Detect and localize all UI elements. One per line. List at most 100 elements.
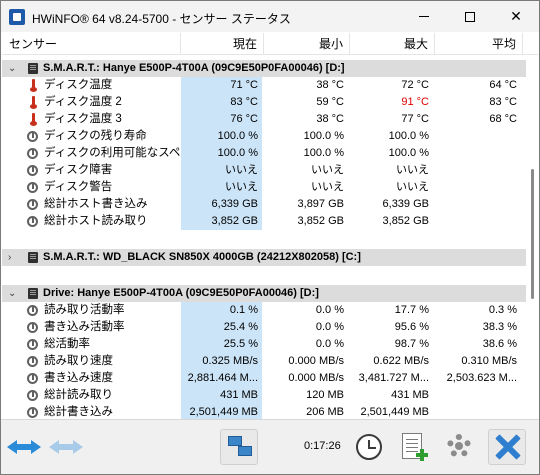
network-icon <box>228 436 252 458</box>
sensor-group-title: S.M.A.R.T.: WD_BLACK SN850X 4000GB (2421… <box>43 251 361 263</box>
sensor-max-value: 6,339 GB <box>382 198 429 210</box>
sensor-max-value: 0.622 MB/s <box>373 355 429 367</box>
sensor-avg-value <box>435 387 521 404</box>
gauge-icon <box>27 339 38 350</box>
sensor-row[interactable]: 読み取り速度 0.325 MB/s 0.000 MB/s 0.622 MB/s 0.31… <box>2 353 526 370</box>
maximize-button[interactable] <box>447 1 493 32</box>
sensor-name: 総計書き込み <box>44 406 113 418</box>
sensor-row[interactable]: 総計ホスト書き込み 6,339 GB 3,897 GB 6,339 GB <box>2 196 526 213</box>
arrow-right-icon <box>73 440 83 454</box>
chevron-right-icon[interactable]: › <box>8 249 11 266</box>
sensor-row[interactable]: 総活動率 25.5 % 0.0 % 98.7 % 38.6 % <box>2 336 526 353</box>
sensor-row[interactable]: ディスクの利用可能なスペア 100.0 % 100.0 % 100.0 % <box>2 145 526 162</box>
sensor-avg-value <box>435 404 521 419</box>
sensor-current-value: 6,339 GB <box>181 196 262 213</box>
sensor-avg-value: 2,503.623 M... <box>446 372 517 384</box>
sensor-name: 書き込み活動率 <box>44 321 125 333</box>
sensor-max-value: 72 °C <box>401 79 429 91</box>
collapse-expand-button[interactable] <box>7 434 41 458</box>
sensor-current-value: 3,852 GB <box>181 213 262 230</box>
drive-icon <box>28 252 38 263</box>
reset-columns-button[interactable] <box>49 434 83 458</box>
bottom-toolbar: 0:17:26 <box>1 419 539 474</box>
sensor-row[interactable]: 総計ホスト読み取り 3,852 GB 3,852 GB 3,852 GB <box>2 213 526 230</box>
sensor-min-value: 100.0 % <box>303 130 344 142</box>
column-header-max[interactable]: 最大 <box>350 33 435 55</box>
sensor-group-header[interactable]: › S.M.A.R.T.: WD_BLACK SN850X 4000GB (242… <box>2 249 526 266</box>
sensor-avg-value <box>435 128 521 145</box>
sensor-min-value: 0.000 MB/s <box>288 372 344 384</box>
sensor-row[interactable]: 読み取り活動率 0.1 % 0.0 % 17.7 % 0.3 % <box>2 302 526 319</box>
sensor-avg-value: 38.3 % <box>482 321 517 333</box>
sensor-row[interactable]: ディスク警告 いいえ いいえ いいえ <box>2 179 526 196</box>
arrow-right-icon <box>31 440 41 454</box>
column-header-current[interactable]: 現在 <box>181 33 264 55</box>
reset-timer-button[interactable] <box>350 429 388 465</box>
sensor-avg-value: 68 °C <box>489 113 517 125</box>
sensor-current-value: 0.1 % <box>181 302 262 319</box>
thermometer-icon <box>27 96 39 109</box>
sensor-name: ディスクの残り寿命 <box>44 130 147 142</box>
sensor-name: ディスク障害 <box>44 164 113 176</box>
vertical-scrollbar[interactable] <box>527 57 538 419</box>
sensor-group-title: S.M.A.R.T.: Hanye E500P-4T00A (09C9E50P0… <box>43 62 345 74</box>
sensor-avg-value <box>435 213 521 230</box>
close-sensors-button[interactable] <box>488 429 526 465</box>
sensor-row[interactable]: ディスク障害 いいえ いいえ いいえ <box>2 162 526 179</box>
hwinfo-sensor-window: HWiNFO® 64 v8.24-5700 - センサー ステータス ✕ センサ… <box>0 0 540 475</box>
sensor-row[interactable]: ディスク温度 3 76 °C 38 °C 77 °C 68 °C <box>2 111 526 128</box>
gauge-icon <box>27 407 38 418</box>
title-bar[interactable]: HWiNFO® 64 v8.24-5700 - センサー ステータス ✕ <box>1 1 539 32</box>
minimize-button[interactable] <box>401 1 447 32</box>
sensor-max-value: 91 °C <box>401 96 429 108</box>
sensor-row[interactable]: ディスク温度 71 °C 38 °C 72 °C 64 °C <box>2 77 526 94</box>
gauge-icon <box>27 131 38 142</box>
sensor-min-value: 3,852 GB <box>297 215 344 227</box>
sensor-min-value: 3,897 GB <box>297 198 344 210</box>
close-x-icon <box>495 434 521 460</box>
sensor-avg-value <box>435 179 521 196</box>
gauge-icon <box>27 322 38 333</box>
close-window-button[interactable]: ✕ <box>493 1 539 32</box>
sensor-current-value: 0.325 MB/s <box>181 353 262 370</box>
sensor-row[interactable]: 書き込み活動率 25.4 % 0.0 % 95.6 % 38.3 % <box>2 319 526 336</box>
gauge-icon <box>27 148 38 159</box>
sensor-current-value: いいえ <box>181 162 262 179</box>
minimize-icon <box>419 16 429 17</box>
sensor-avg-value: 83 °C <box>489 96 517 108</box>
sensor-group-header[interactable]: ⌄ S.M.A.R.T.: Hanye E500P-4T00A (09C9E50P… <box>2 60 526 77</box>
sensor-min-value: 38 °C <box>316 79 344 91</box>
sensor-name: 書き込み速度 <box>44 372 113 384</box>
sensor-name: ディスク温度 2 <box>44 96 122 108</box>
sensor-current-value: 25.4 % <box>181 319 262 336</box>
sensor-row[interactable]: 書き込み速度 2,881.464 M... 0.000 MB/s 3,481.727 … <box>2 370 526 387</box>
sensor-name: 総計ホスト書き込み <box>44 198 148 210</box>
chevron-down-icon[interactable]: ⌄ <box>8 60 16 77</box>
close-icon: ✕ <box>510 8 522 24</box>
logging-button[interactable] <box>394 429 432 465</box>
elapsed-time: 0:17:26 <box>304 440 341 452</box>
sensor-min-value: 59 °C <box>316 96 344 108</box>
sensor-min-value: 0.0 % <box>315 304 344 316</box>
scrollbar-thumb[interactable] <box>531 169 534 299</box>
sensor-current-value: 2,881.464 M... <box>181 370 262 387</box>
sensor-name: ディスク警告 <box>44 181 113 193</box>
sensor-row[interactable]: ディスクの残り寿命 100.0 % 100.0 % 100.0 % <box>2 128 526 145</box>
sensor-row[interactable]: 総計書き込み 2,501,449 MB 206 MB 2,501,449 MB <box>2 404 526 419</box>
network-button[interactable] <box>220 429 258 465</box>
sensor-min-value: 120 MB <box>306 389 344 401</box>
sensor-row[interactable]: ディスク温度 2 83 °C 59 °C 91 °C 83 °C <box>2 94 526 111</box>
chevron-down-icon[interactable]: ⌄ <box>8 285 16 302</box>
sensor-row[interactable]: 総計読み取り 431 MB 120 MB 431 MB <box>2 387 526 404</box>
settings-button[interactable] <box>440 429 478 465</box>
sensor-max-value: 3,852 GB <box>382 215 429 227</box>
sensor-name: 総計ホスト読み取り <box>44 215 148 227</box>
sensor-max-value: 3,481.727 M... <box>358 372 429 384</box>
sensor-current-value: 100.0 % <box>181 128 262 145</box>
column-header-min[interactable]: 最小 <box>264 33 350 55</box>
column-header-avg[interactable]: 平均 <box>435 33 523 55</box>
gauge-icon <box>27 199 38 210</box>
sensor-group-header[interactable]: ⌄ Drive: Hanye E500P-4T00A (09C9E50P0FA00… <box>2 285 526 302</box>
sensor-min-value: いいえ <box>311 181 344 193</box>
column-header-sensor[interactable]: センサー <box>2 33 181 55</box>
